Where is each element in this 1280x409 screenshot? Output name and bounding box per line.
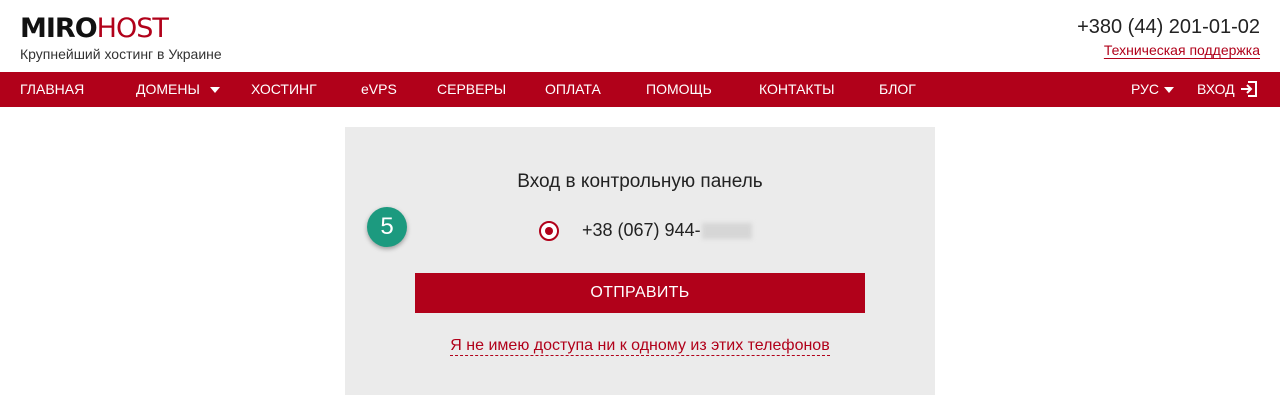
nav-item-payment[interactable]: ОПЛАТА — [545, 72, 601, 107]
site-header: MIROHOST Крупнейший хостинг в Украине +3… — [0, 0, 1280, 72]
support-link[interactable]: Техническая поддержка — [1104, 42, 1260, 58]
tagline: Крупнейший хостинг в Украине — [20, 46, 222, 62]
language-selector[interactable]: РУС — [1131, 72, 1175, 107]
logo[interactable]: MIROHOST — [20, 13, 169, 44]
nav-item-hosting[interactable]: ХОСТИНГ — [251, 72, 317, 107]
login-label: ВХОД — [1197, 81, 1235, 97]
nav-item-servers[interactable]: СЕРВЕРЫ — [437, 72, 506, 107]
nav-item-help[interactable]: ПОМОЩЬ — [646, 72, 712, 107]
submit-button[interactable]: ОТПРАВИТЬ — [415, 273, 865, 313]
phone-option-label: +38 (067) 944- — [582, 220, 701, 240]
logo-part-host: HOST — [96, 13, 169, 44]
nav-item-domains-label: ДОМЕНЫ — [136, 81, 200, 97]
login-panel: Вход в контрольную панель 5 +38 (067) 94… — [345, 127, 935, 395]
nav-item-evps[interactable]: eVPS — [361, 72, 397, 107]
chevron-down-icon — [1164, 87, 1175, 94]
nav-item-home[interactable]: ГЛАВНАЯ — [20, 72, 84, 107]
support-phone: +380 (44) 201-01-02 — [1077, 16, 1260, 38]
main-nav: ГЛАВНАЯ ДОМЕНЫ ХОСТИНГ eVPS СЕРВЕРЫ ОПЛА… — [0, 72, 1280, 107]
step-badge: 5 — [367, 207, 407, 247]
chevron-down-icon — [209, 87, 220, 94]
nav-item-contacts[interactable]: КОНТАКТЫ — [759, 72, 835, 107]
logo-part-miro: MIRO — [20, 13, 98, 44]
phone-radio[interactable] — [539, 221, 559, 241]
nav-item-blog[interactable]: БЛОГ — [879, 72, 916, 107]
language-label: РУС — [1131, 81, 1160, 97]
panel-title: Вход в контрольную панель — [517, 171, 763, 192]
login-icon — [1240, 80, 1257, 97]
no-access-row: Я не имею доступа ни к одному из этих те… — [345, 337, 935, 356]
phone-option[interactable]: +38 (067) 944- — [582, 220, 752, 241]
masked-digits — [701, 223, 752, 240]
no-access-link[interactable]: Я не имею доступа ни к одному из этих те… — [450, 337, 830, 356]
nav-item-domains[interactable]: ДОМЕНЫ — [136, 72, 220, 107]
login-button[interactable]: ВХОД — [1197, 72, 1258, 107]
